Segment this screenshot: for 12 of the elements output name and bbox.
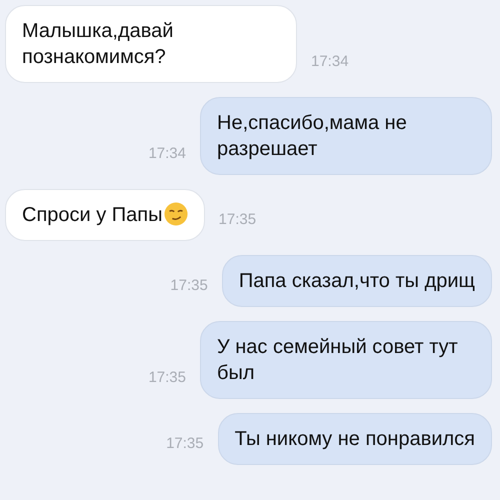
message-bubble: Папа сказал,что ты дрищ <box>222 255 492 307</box>
message-time: 17:35 <box>218 210 256 230</box>
message-bubble: Спроси у Папы <box>5 189 205 241</box>
message-time: 17:34 <box>311 52 349 72</box>
message-time: 17:35 <box>170 276 208 296</box>
message-time: 17:35 <box>148 368 186 388</box>
message-time: 17:34 <box>148 144 186 164</box>
message-time: 17:35 <box>166 434 204 454</box>
message-bubble: Не,спасибо,мама не разрешает <box>200 97 492 175</box>
message-bubble: Малышка,давай познакомимся? <box>5 5 297 83</box>
message-bubble: У нас семейный совет тут был <box>200 321 492 399</box>
message-bubble: Ты никому не понравился <box>218 413 492 465</box>
